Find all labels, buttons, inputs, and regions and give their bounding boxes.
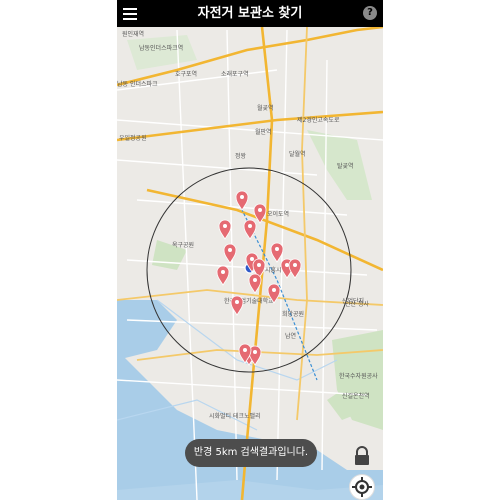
- map-pin-dot: [221, 270, 225, 274]
- map-label: 남연: [285, 332, 296, 340]
- map-label: 호구포역: [175, 70, 197, 78]
- map-pin-dot: [223, 224, 227, 228]
- map-label: 희망공원: [282, 310, 304, 318]
- map-label: 월곶역: [257, 104, 274, 112]
- map-label: 원인재역: [122, 30, 144, 38]
- map-pin-dot: [235, 300, 239, 304]
- map-label: 월판역: [255, 128, 272, 136]
- page-title: 자전거 보관소 찾기: [197, 6, 303, 21]
- map-label: 정왕: [235, 152, 247, 160]
- map-label: 탈곶역: [337, 162, 354, 170]
- map-label: 제2경인고속도로: [297, 116, 340, 124]
- map-pin-dot: [258, 208, 262, 212]
- map-pin-dot: [272, 288, 276, 292]
- map-pin-dot: [275, 247, 279, 251]
- map-label: 오이도역: [267, 210, 289, 218]
- map-pin-dot: [228, 248, 232, 252]
- map-pin-dot: [250, 257, 254, 261]
- map-label: 우일정공원: [119, 134, 147, 142]
- lock-icon[interactable]: [353, 446, 371, 466]
- map-label: 남동 인더스파크: [117, 80, 158, 88]
- map-view[interactable]: 원인재역 남동인더스파크역 호구포역 남동 인더스파크 소래포구역 월곶역 제2…: [117, 27, 383, 500]
- map-label: 시화멀티 테크노밸리: [209, 412, 261, 420]
- map-pin-dot: [285, 263, 289, 267]
- map-pin-dot: [253, 278, 257, 282]
- crosshair-icon[interactable]: [349, 474, 375, 500]
- search-result-toast: 반경 5km 검색결과입니다.: [185, 439, 317, 467]
- map-pin-dot: [240, 195, 244, 199]
- map-label: 달월역: [289, 150, 306, 158]
- map-pin-dot: [257, 263, 261, 267]
- map-pin-dot: [248, 224, 252, 228]
- top-app-bar: 자전거 보관소 찾기 ?: [117, 0, 383, 27]
- app-screen: 자전거 보관소 찾기 ? 원인재역 남동인더스파크역 호구포역 남동 인더스파크…: [117, 0, 383, 500]
- map-label: 소래포구역: [221, 70, 249, 78]
- map-pin-dot: [253, 350, 257, 354]
- map-label: 안산 청사: [345, 300, 369, 308]
- map-label: 옥구공원: [172, 241, 194, 249]
- map-label: 남동인더스파크역: [139, 44, 183, 52]
- map-label: 한국수자원공사: [339, 372, 378, 380]
- map-pin-dot: [293, 263, 297, 267]
- map-pin-dot: [243, 348, 247, 352]
- map-label: 신길온천역: [342, 392, 370, 400]
- help-icon[interactable]: ?: [363, 6, 377, 20]
